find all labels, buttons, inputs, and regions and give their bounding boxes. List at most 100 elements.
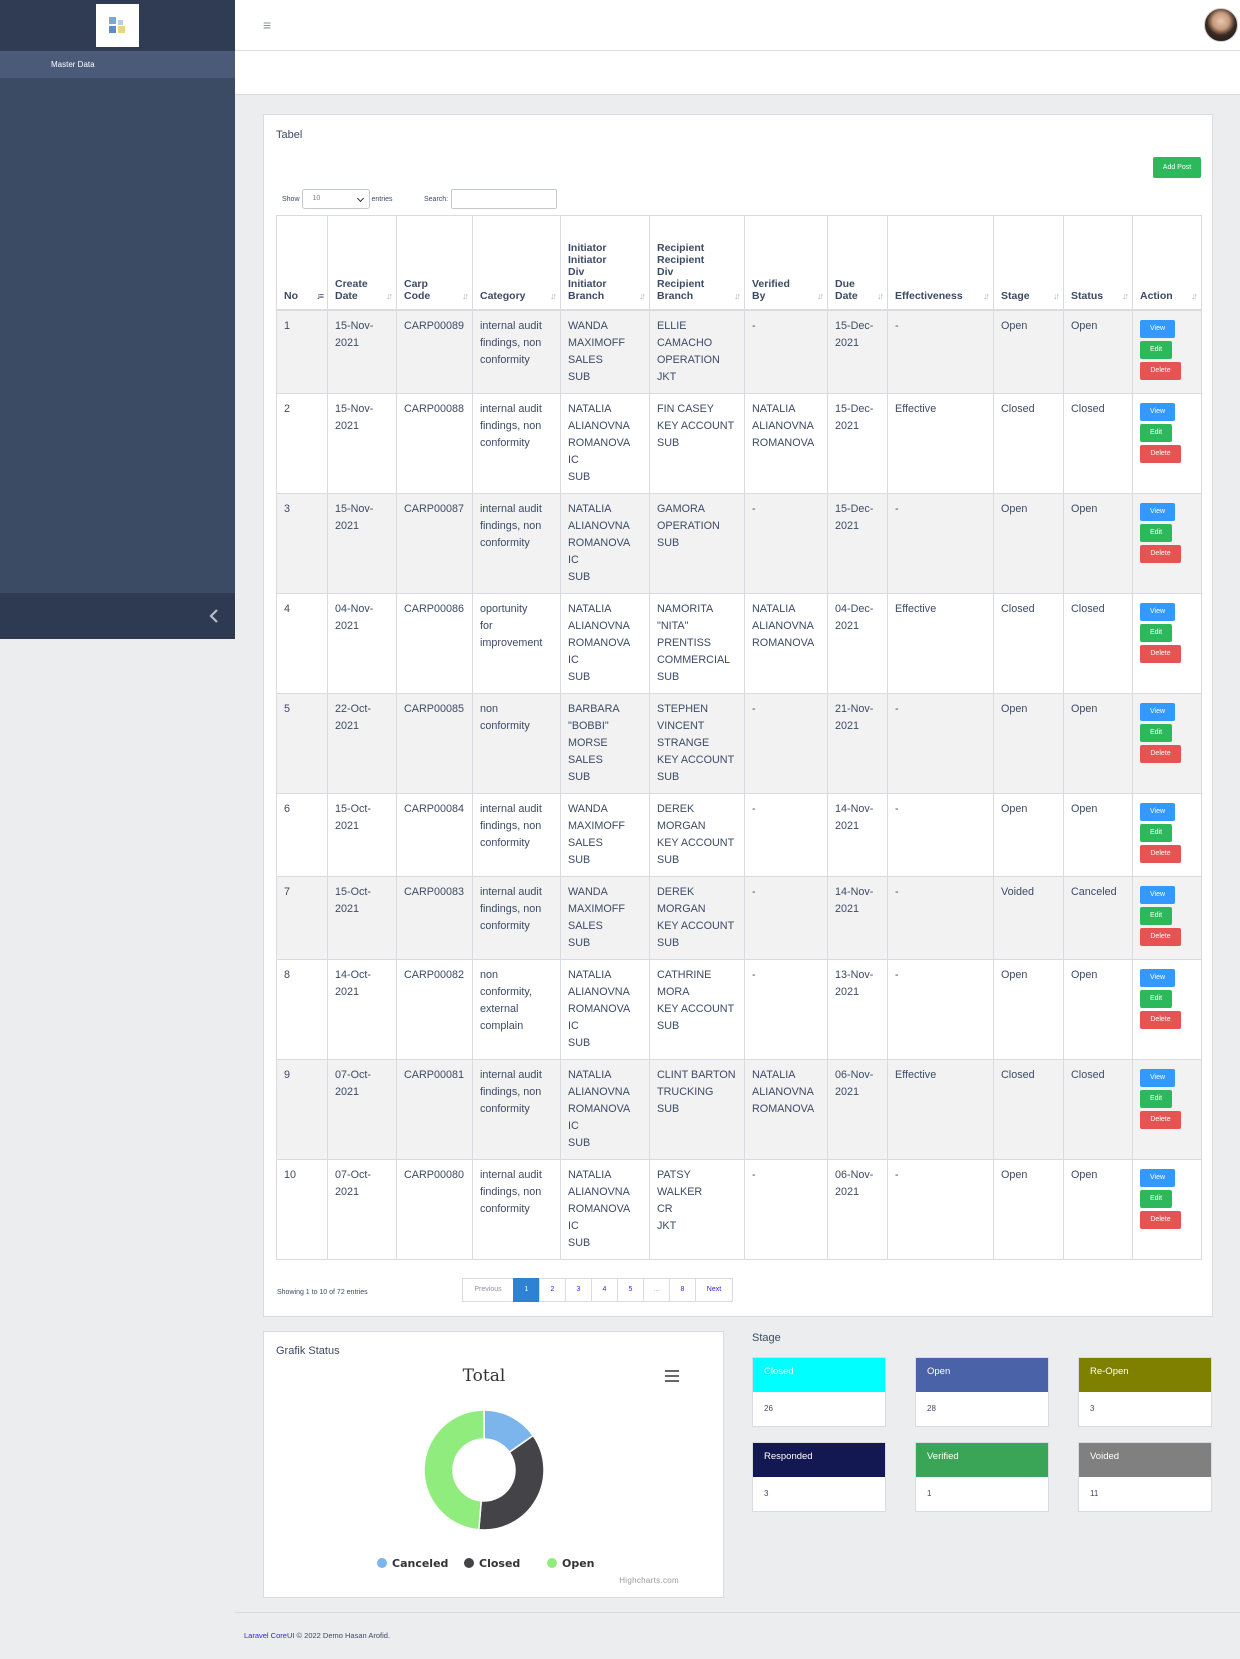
stage-value: 3 bbox=[764, 1489, 769, 1498]
cell-recipient: CLINT BARTON TRUCKING SUB bbox=[649, 1058, 745, 1160]
delete-button[interactable]: Delete bbox=[1140, 1010, 1181, 1029]
delete-button[interactable]: Delete bbox=[1140, 644, 1181, 663]
cell-category: internal audit findings, non conformity bbox=[472, 875, 561, 960]
cell-status: Open bbox=[1063, 309, 1133, 394]
delete-button[interactable]: Delete bbox=[1140, 1110, 1181, 1129]
pagination-page[interactable]: 5 bbox=[617, 1278, 644, 1302]
pagination-previous[interactable]: Previous bbox=[462, 1278, 514, 1302]
delete-button[interactable]: Delete bbox=[1140, 444, 1181, 463]
legend-label[interactable]: Canceled bbox=[392, 1557, 448, 1570]
edit-button[interactable]: Edit bbox=[1140, 906, 1172, 925]
pagination-page[interactable]: 3 bbox=[565, 1278, 592, 1302]
view-button[interactable]: View bbox=[1140, 802, 1175, 821]
view-button[interactable]: View bbox=[1140, 602, 1175, 621]
edit-button[interactable]: Edit bbox=[1140, 989, 1172, 1008]
edit-button[interactable]: Edit bbox=[1140, 1189, 1172, 1208]
cell-code: CARP00089 bbox=[396, 309, 473, 394]
edit-button[interactable]: Edit bbox=[1140, 340, 1172, 359]
pie-slice-open[interactable] bbox=[423, 1409, 485, 1531]
footer: Laravel CoreUI © 2022 Demo Hasan Arofid. bbox=[235, 1612, 1240, 1659]
length-suffix: entries bbox=[371, 195, 393, 203]
footer-link[interactable]: Laravel CoreUI bbox=[244, 1631, 294, 1640]
cell-due: 04-Dec- 2021 bbox=[827, 592, 888, 694]
column-header[interactable]: No ↓≡ bbox=[276, 215, 328, 311]
sidebar-brand[interactable] bbox=[0, 0, 235, 51]
sort-icon: ↓↑ bbox=[462, 290, 469, 301]
column-header[interactable]: Status ↓↑ bbox=[1063, 215, 1133, 311]
view-button[interactable]: View bbox=[1140, 968, 1175, 987]
sidebar: Master Data bbox=[0, 0, 235, 639]
stage-card: Verified 1 bbox=[915, 1442, 1049, 1512]
edit-button[interactable]: Edit bbox=[1140, 523, 1172, 542]
chevron-left-icon[interactable] bbox=[209, 609, 219, 623]
hamburger-icon[interactable]: ≡ bbox=[263, 17, 271, 33]
column-header[interactable]: Verified By ↓↑ bbox=[744, 215, 828, 311]
view-button[interactable]: View bbox=[1140, 1068, 1175, 1087]
sidebar-toggler[interactable] bbox=[0, 593, 235, 639]
pagination-page[interactable]: 1 bbox=[513, 1278, 540, 1302]
column-header[interactable]: Stage ↓↑ bbox=[993, 215, 1064, 311]
cell-status: Open bbox=[1063, 1158, 1133, 1260]
view-button[interactable]: View bbox=[1140, 885, 1175, 904]
legend-label[interactable]: Open bbox=[562, 1557, 595, 1570]
edit-button[interactable]: Edit bbox=[1140, 423, 1172, 442]
cell-initiator: BARBARA "BOBBI" MORSE SALES SUB bbox=[560, 692, 650, 794]
delete-button[interactable]: Delete bbox=[1140, 744, 1181, 763]
cell-create: 07-Oct- 2021 bbox=[327, 1158, 397, 1260]
legend-marker[interactable] bbox=[464, 1558, 474, 1568]
delete-button[interactable]: Delete bbox=[1140, 1210, 1181, 1229]
view-button[interactable]: View bbox=[1140, 402, 1175, 421]
add-post-button[interactable]: Add Post bbox=[1153, 157, 1201, 178]
column-header[interactable]: Effectiveness ↓↑ bbox=[887, 215, 994, 311]
column-header[interactable]: Create Date ↓↑ bbox=[327, 215, 397, 311]
legend-marker[interactable] bbox=[547, 1558, 557, 1568]
cell-recipient: ELLIE CAMACHO OPERATION JKT bbox=[649, 309, 745, 394]
column-header-label: No bbox=[284, 289, 298, 302]
pagination-page[interactable]: 2 bbox=[539, 1278, 566, 1302]
edit-button[interactable]: Edit bbox=[1140, 1089, 1172, 1108]
column-header[interactable]: Carp Code ↓↑ bbox=[396, 215, 473, 311]
view-button[interactable]: View bbox=[1140, 702, 1175, 721]
pagination-page[interactable]: 8 bbox=[669, 1278, 696, 1302]
delete-button[interactable]: Delete bbox=[1140, 927, 1181, 946]
view-button[interactable]: View bbox=[1140, 502, 1175, 521]
app-logo-icon[interactable] bbox=[96, 4, 139, 47]
cell-create: 15-Nov- 2021 bbox=[327, 309, 397, 394]
delete-button[interactable]: Delete bbox=[1140, 544, 1181, 563]
delete-button[interactable]: Delete bbox=[1140, 361, 1181, 380]
column-header-label: Effectiveness bbox=[895, 289, 963, 302]
search-label: Search: bbox=[424, 195, 449, 203]
pagination-page[interactable]: 4 bbox=[591, 1278, 618, 1302]
edit-button[interactable]: Edit bbox=[1140, 623, 1172, 642]
sort-icon: ↓↑ bbox=[1191, 290, 1198, 301]
column-header[interactable]: Action ↓↑ bbox=[1132, 215, 1202, 311]
column-header[interactable]: Due Date ↓↑ bbox=[827, 215, 888, 311]
search-input[interactable] bbox=[451, 189, 558, 209]
cell-recipient: DEREK MORGAN KEY ACCOUNT SUB bbox=[649, 875, 745, 960]
legend-label[interactable]: Closed bbox=[479, 1557, 520, 1570]
chart-menu-icon[interactable] bbox=[665, 1370, 679, 1385]
cell-stage: Open bbox=[993, 309, 1064, 394]
cell-recipient: STEPHEN VINCENT STRANGE KEY ACCOUNT SUB bbox=[649, 692, 745, 794]
column-header[interactable]: Initiator Initiator Div Initiator Branch… bbox=[560, 215, 650, 311]
edit-button[interactable]: Edit bbox=[1140, 823, 1172, 842]
cell-code: CARP00086 bbox=[396, 592, 473, 694]
cell-no: 4 bbox=[276, 592, 328, 694]
cell-eff: - bbox=[887, 692, 994, 794]
view-button[interactable]: View bbox=[1140, 1168, 1175, 1187]
view-button[interactable]: View bbox=[1140, 319, 1175, 338]
delete-button[interactable]: Delete bbox=[1140, 844, 1181, 863]
legend-marker[interactable] bbox=[377, 1558, 387, 1568]
cell-action: View Edit Delete bbox=[1132, 1158, 1202, 1260]
chart-credit[interactable]: Highcharts.com bbox=[619, 1576, 679, 1585]
sidebar-item-master-data[interactable]: Master Data bbox=[0, 51, 235, 78]
sort-icon: ↓↑ bbox=[983, 290, 990, 301]
cell-due: 14-Nov- 2021 bbox=[827, 792, 888, 877]
column-header[interactable]: Recipient Recipient Div Recipient Branch… bbox=[649, 215, 745, 311]
column-header[interactable]: Category ↓↑ bbox=[472, 215, 561, 311]
pagination-next[interactable]: Next bbox=[695, 1278, 733, 1302]
edit-button[interactable]: Edit bbox=[1140, 723, 1172, 742]
entries-select[interactable]: 10 bbox=[301, 189, 370, 209]
cell-no: 8 bbox=[276, 958, 328, 1060]
user-avatar[interactable] bbox=[1204, 8, 1238, 42]
